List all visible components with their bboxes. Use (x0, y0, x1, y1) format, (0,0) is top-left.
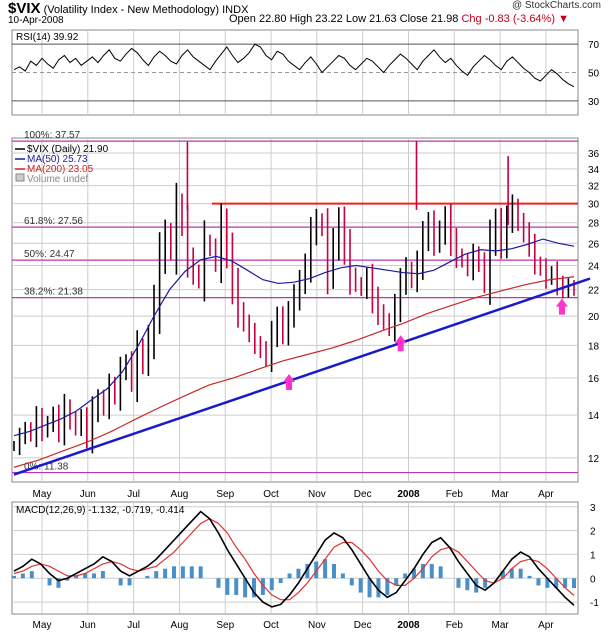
macd-histogram-bar (216, 578, 221, 588)
x-month-label: 2008 (397, 620, 420, 631)
price-tick-label: 16 (588, 374, 600, 385)
price-tick-label: 24 (588, 262, 600, 273)
macd-title: MACD(12,26,9) -1.132, -0.719, -0.414 (16, 505, 185, 516)
rsi-tick-label: 70 (588, 40, 600, 51)
macd-histogram-bar (429, 563, 434, 579)
stock-chart: 305070RSI(14) 39.92 May Jun Jul Aug Sep Oct No… (11, 29, 600, 631)
macd-histogram-bar (12, 575, 16, 579)
macd-tick-label: 2 (590, 527, 596, 538)
x-month-label: Aug (171, 620, 189, 631)
macd-frame (11, 501, 579, 615)
price-tick-label: 28 (588, 219, 600, 230)
x-month-label: Apr (538, 620, 554, 631)
macd-histogram-bar (127, 578, 132, 586)
rsi-tick-label: 50 (588, 69, 600, 80)
macd-histogram-bar (29, 571, 34, 579)
x-month-label: Sep (216, 489, 234, 500)
macd-panel: May Jun Jul Aug Sep Oct Nov Dec 2008 Feb Mar Apr -1 0… (11, 501, 599, 631)
macd-histogram-bar (527, 575, 532, 579)
x-month-label: Jul (127, 489, 140, 500)
x-month-label: Sep (216, 620, 234, 631)
macd-histogram-bar (47, 578, 52, 586)
x-month-label: 2008 (397, 489, 420, 500)
price-tick-label: 18 (588, 341, 600, 352)
legend-swatch (15, 173, 25, 182)
fib-level-label: 38.2%: 21.38 (24, 287, 83, 298)
x-month-label: May (33, 489, 52, 500)
x-month-label: Jun (80, 620, 96, 631)
price-tick-label: 14 (588, 411, 600, 422)
macd-histogram-bar (349, 578, 354, 586)
macd-histogram-bar (100, 571, 105, 579)
macd-histogram-bar (145, 575, 150, 579)
macd-histogram-bar (358, 578, 363, 593)
fib-level-label: 50%: 24.47 (24, 249, 75, 260)
price-tick-label: 26 (588, 239, 600, 250)
macd-histogram-bar (269, 578, 274, 591)
x-month-label: Oct (263, 620, 279, 631)
macd-histogram-bar (332, 563, 336, 579)
macd-histogram-bar (225, 578, 230, 595)
x-month-label: Nov (308, 489, 326, 500)
x-month-label: Aug (171, 489, 189, 500)
x-month-label: Oct (263, 489, 279, 500)
price-tick-label: 30 (588, 200, 600, 211)
fib-level-label: 61.8%: 27.56 (24, 216, 83, 227)
macd-histogram-bar (438, 566, 443, 579)
x-month-label: Apr (538, 489, 554, 500)
support-arrow-icon (555, 298, 568, 315)
x-month-label: May (33, 620, 52, 631)
x-month-label: Nov (308, 620, 326, 631)
macd-histogram-bar (287, 573, 292, 579)
price-frame (11, 137, 579, 483)
macd-tick-label: 3 (590, 503, 596, 514)
price-tick-label: 36 (588, 149, 600, 160)
price-tick-label: 22 (588, 286, 600, 297)
macd-histogram-bar (278, 578, 283, 584)
macd-line (13, 510, 575, 608)
price-tick-label: 12 (588, 454, 600, 465)
macd-histogram-bar (456, 578, 461, 588)
price-tick-label: 34 (588, 165, 600, 176)
x-month-label: Mar (492, 620, 510, 631)
x-month-label: Mar (492, 489, 510, 500)
support-trendline (13, 277, 591, 476)
rsi-tick-label: 30 (588, 97, 600, 108)
support-arrow-icon (394, 335, 407, 352)
macd-histogram-bar (572, 578, 576, 589)
x-month-label: Feb (446, 620, 464, 631)
x-month-label: Dec (354, 489, 372, 500)
rsi-panel: 30 50 70 RSI(14) 39.92 (11, 29, 600, 116)
macd-histogram-bar (92, 573, 96, 579)
macd-tick-label: 1 (590, 550, 596, 561)
macd-histogram-bar (340, 573, 345, 579)
x-month-label: Jun (80, 489, 96, 500)
macd-histogram-bar (518, 568, 523, 579)
price-tick-label: 32 (588, 182, 600, 193)
macd-histogram-bar (20, 573, 25, 579)
rsi-title: RSI(14) 39.92 (16, 32, 79, 43)
x-month-label: Jul (127, 620, 140, 631)
macd-histogram-bar (296, 568, 301, 579)
fib-level-label: 100%: 37.57 (24, 130, 81, 141)
support-arrow-icon (283, 374, 296, 391)
macd-tick-label: -1 (590, 598, 599, 609)
macd-histogram-bar (172, 566, 176, 579)
macd-histogram-bar (234, 578, 239, 595)
macd-histogram-bar (189, 566, 194, 579)
price-tick-label: 20 (588, 312, 600, 323)
price-panel: May Jun Jul Aug Sep Oct Nov Dec 2008 Feb Mar Apr 12 1… (11, 130, 600, 500)
macd-tick-label: 0 (590, 574, 596, 585)
x-month-label: Dec (354, 620, 372, 631)
x-month-label: Feb (446, 489, 464, 500)
legend-entry: Volume undef (27, 174, 88, 185)
macd-histogram-bar (198, 566, 203, 579)
macd-histogram-bar (180, 566, 185, 579)
macd-histogram-bar (118, 578, 123, 586)
macd-histogram-bar (536, 578, 541, 586)
macd-histogram-bar (163, 568, 168, 579)
macd-histogram-bar (154, 571, 159, 579)
rsi-line (13, 43, 575, 88)
macd-histogram-bar (465, 578, 470, 591)
